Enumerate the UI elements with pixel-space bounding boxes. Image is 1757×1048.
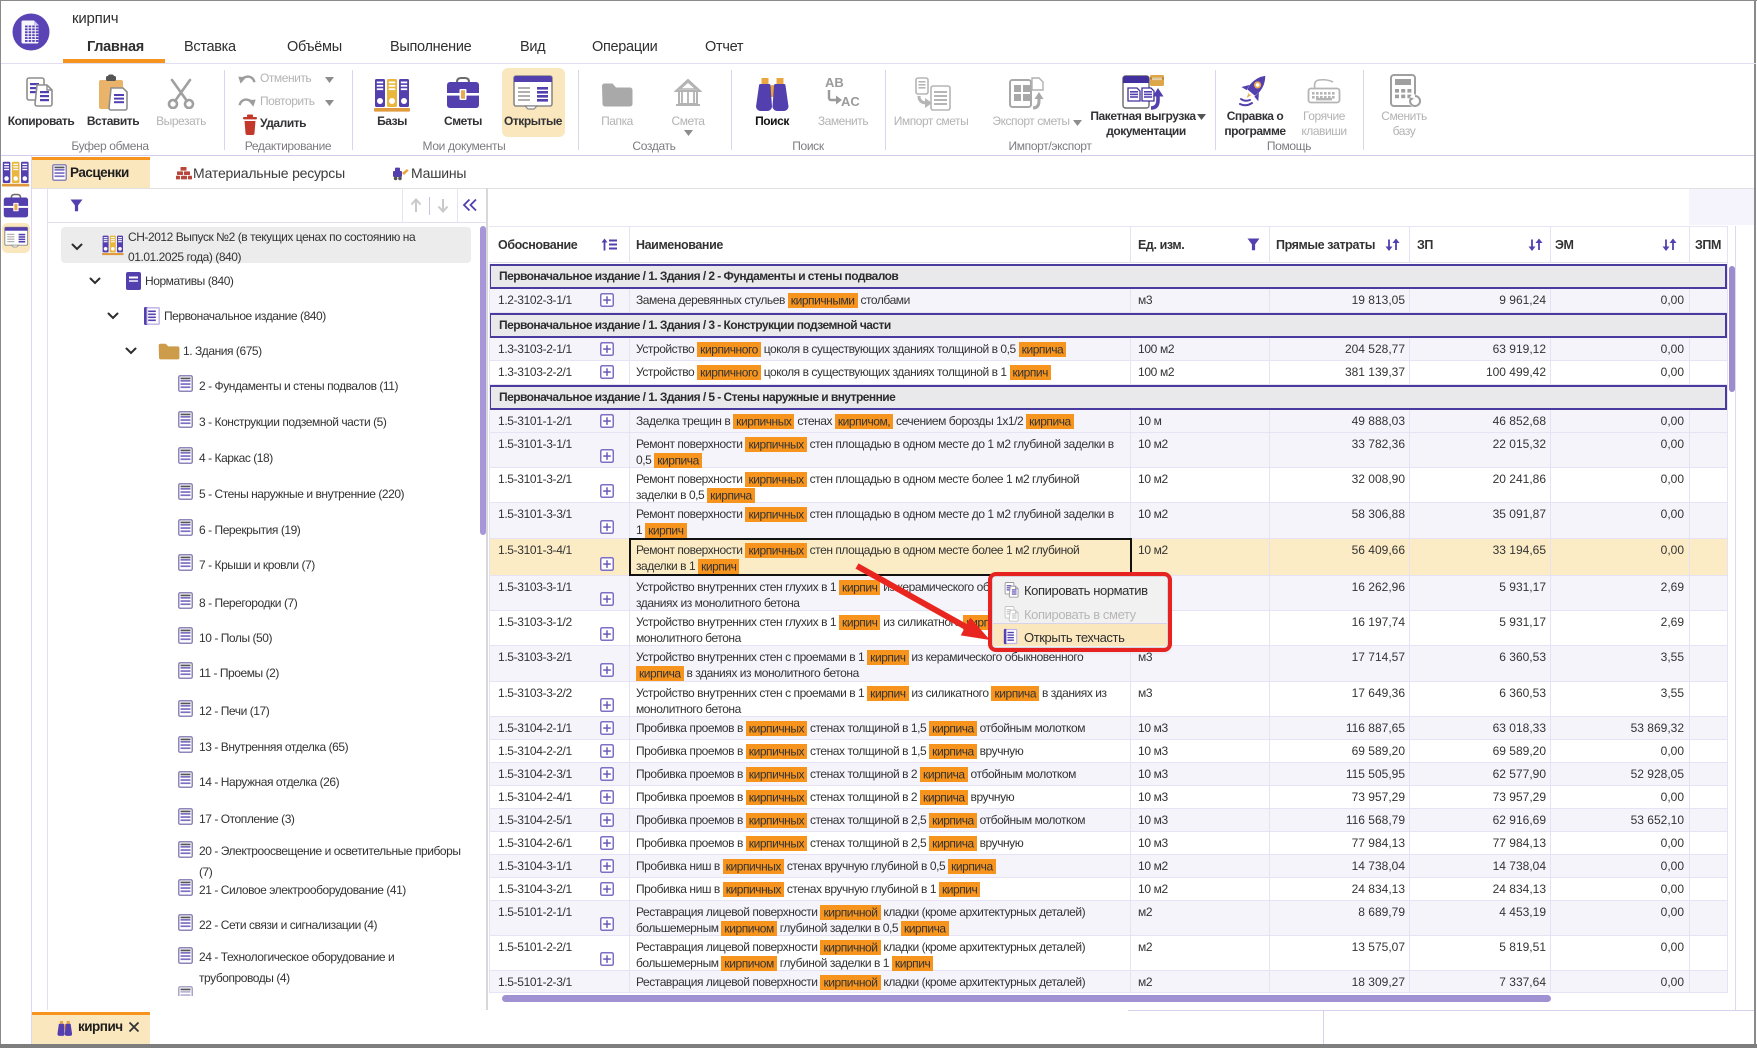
svg-text:AB: AB (825, 76, 844, 90)
svg-text:AC: AC (841, 94, 860, 108)
